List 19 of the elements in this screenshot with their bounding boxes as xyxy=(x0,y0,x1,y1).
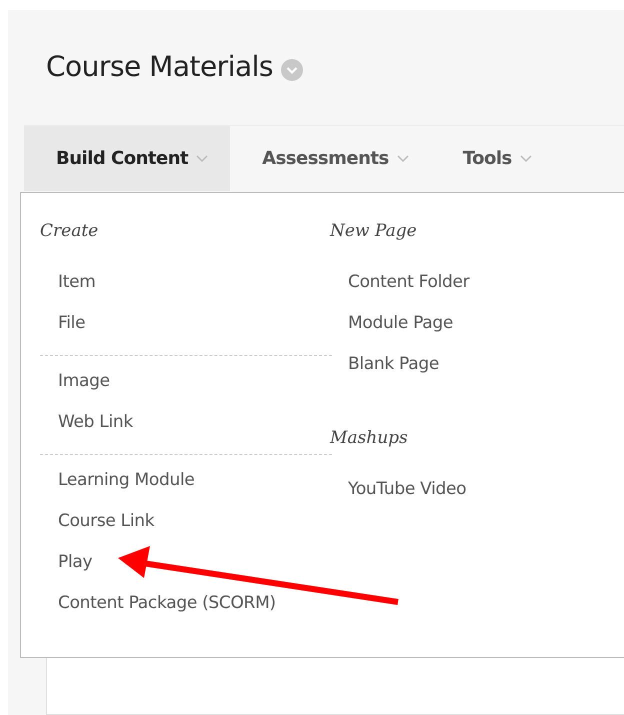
menu-item[interactable]: File xyxy=(40,302,332,343)
page-title: Course Materials xyxy=(46,50,273,83)
section-heading: Mashups xyxy=(330,428,409,450)
section-heading: New Page xyxy=(330,221,418,243)
section-heading: Create xyxy=(40,221,100,243)
menu-item[interactable]: Blank Page xyxy=(330,343,622,384)
menu-tab[interactable]: Tools xyxy=(430,126,554,191)
menu-item[interactable]: Item xyxy=(40,261,332,302)
menu-tab[interactable]: Build Content xyxy=(24,126,230,191)
menu-item[interactable]: Image xyxy=(40,360,332,401)
menu-item[interactable]: Module Page xyxy=(330,302,622,343)
menu-item[interactable]: Learning Module xyxy=(40,459,332,500)
menu-item[interactable]: Content Package (SCORM) xyxy=(40,582,332,623)
menu-item[interactable]: Play xyxy=(40,541,332,582)
menu-item[interactable]: Content Folder xyxy=(330,261,622,302)
menu-item[interactable]: Web Link xyxy=(40,401,332,442)
menu-item[interactable]: Course Link xyxy=(40,500,332,541)
menu-item[interactable]: YouTube Video xyxy=(330,468,622,509)
menu-tab[interactable]: Assessments xyxy=(230,126,431,191)
